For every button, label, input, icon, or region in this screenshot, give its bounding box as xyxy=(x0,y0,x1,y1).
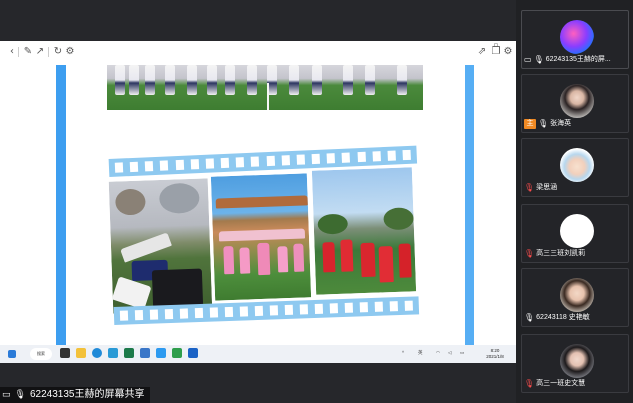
photo-pink-dancers xyxy=(208,171,314,303)
shared-screen: ‹ ✎ ↗ ↻ ⚙ ⇗ ❐ ⚙ ▫ 搜索 ^ 英 ◠ ◁ ▭ 8:20 2021… xyxy=(0,41,516,363)
participant-name-row: 🎙︎ 梁思涵 xyxy=(524,182,557,194)
start-icon[interactable] xyxy=(8,350,16,358)
file-explorer-icon[interactable] xyxy=(76,348,86,358)
battery-icon[interactable]: ▭ xyxy=(460,350,464,356)
photo-red-dancers xyxy=(309,165,419,297)
presentation-toolbar: ‹ ✎ ↗ ↻ ⚙ ⇗ ❐ ⚙ ▫ xyxy=(0,41,516,65)
participant-name-row: 🎙︎ 高三三班刘凯莉 xyxy=(524,248,585,260)
mic-icon: 🎙︎ xyxy=(14,390,26,400)
mic-icon: 🎙︎ xyxy=(524,313,535,322)
app-icon[interactable] xyxy=(124,348,134,358)
chevron-up-icon[interactable]: ^ xyxy=(402,350,404,355)
task-view-icon[interactable] xyxy=(60,348,70,358)
app-icon[interactable] xyxy=(156,348,166,358)
toolbar-divider xyxy=(18,47,19,57)
participant-name: 高三一班史文慧 xyxy=(536,380,586,387)
participant-name-row: 🎙︎ 62243118 史艳敏 xyxy=(524,312,590,324)
screen-share-label: ▭ 🎙︎ 62243135王赫的屏幕共享 xyxy=(0,387,151,403)
participant-name: 高三三班刘凯莉 xyxy=(536,250,586,257)
options-icon[interactable]: ⚙ xyxy=(502,46,514,58)
avatar xyxy=(560,84,594,118)
participant-name: 张海英 xyxy=(550,120,572,127)
participant-name-row: 主 🎙︎ 张海英 xyxy=(524,118,571,130)
mic-icon: 🎙︎ xyxy=(538,119,549,128)
pointer-icon[interactable]: ↗ xyxy=(34,46,46,58)
avatar xyxy=(560,344,594,378)
screen-share-icon: ▭ xyxy=(2,390,11,400)
slide-left-bar xyxy=(56,65,66,345)
mic-muted-icon: 🎙︎ xyxy=(524,249,535,258)
photo-students-exercise xyxy=(106,176,215,316)
app-icon[interactable] xyxy=(108,348,118,358)
app-icon[interactable] xyxy=(188,348,198,358)
participant-tile[interactable]: 🎙︎ 梁思涵 xyxy=(521,138,629,197)
mic-muted-icon: 🎙︎ xyxy=(524,183,535,192)
participant-tile[interactable]: 🎙︎ 高三一班史文慧 xyxy=(521,334,629,393)
slide-right-bar xyxy=(465,65,474,345)
photo-runners xyxy=(107,65,423,110)
volume-icon[interactable]: ◁ xyxy=(448,350,451,356)
participant-name: 62243135王赫的屏... xyxy=(545,56,611,63)
participant-tile[interactable]: 主 🎙︎ 张海英 xyxy=(521,74,629,133)
presentation-slide xyxy=(56,65,474,345)
participant-tile[interactable]: ▭ 🎙︎ 62243135王赫的屏... xyxy=(521,10,629,69)
windows-taskbar: 搜索 ^ 英 ◠ ◁ ▭ 8:20 2021/1/8 xyxy=(0,345,516,363)
system-tray: ^ 英 ◠ ◁ ▭ 8:20 2021/1/8 xyxy=(396,346,516,362)
app-icon[interactable] xyxy=(140,348,150,358)
avatar xyxy=(560,214,594,248)
toolbar-divider xyxy=(48,47,49,57)
screen-share-icon: ▭ xyxy=(524,55,532,64)
host-badge: 主 xyxy=(524,119,536,129)
edge-icon[interactable] xyxy=(92,348,102,358)
mic-muted-icon: 🎙︎ xyxy=(524,379,535,388)
windows-swirl-avatar xyxy=(560,20,594,54)
share-icon[interactable]: ⇗ xyxy=(476,46,488,58)
avatar xyxy=(560,148,594,182)
avatar xyxy=(560,278,594,312)
participant-tile[interactable]: 🎙︎ 62243118 史艳敏 xyxy=(521,268,629,327)
film-strip-collage xyxy=(106,145,422,341)
wifi-icon[interactable]: ◠ xyxy=(436,350,440,356)
participant-tile[interactable]: 🎙︎ 高三三班刘凯莉 xyxy=(521,204,629,263)
shared-screen-stage: ‹ ✎ ↗ ↻ ⚙ ⇗ ❐ ⚙ ▫ 搜索 ^ 英 ◠ ◁ ▭ 8:20 2021… xyxy=(0,0,516,403)
taskbar-search-label: 搜索 xyxy=(37,351,45,356)
chevron-left-icon[interactable]: ‹ xyxy=(6,46,18,58)
clock-date: 2021/1/8 xyxy=(486,354,504,359)
app-icon[interactable] xyxy=(172,348,182,358)
mic-icon: 🎙︎ xyxy=(533,55,544,64)
taskbar-search[interactable]: 搜索 xyxy=(30,348,52,360)
tray-language[interactable]: 英 xyxy=(418,350,423,356)
participant-name-row: ▭ 🎙︎ 62243135王赫的屏... xyxy=(524,54,611,66)
participant-name-row: 🎙︎ 高三一班史文慧 xyxy=(524,378,585,390)
participant-name: 梁思涵 xyxy=(536,184,558,191)
taskbar-clock[interactable]: 8:20 2021/1/8 xyxy=(480,348,510,360)
gear-icon[interactable]: ⚙ xyxy=(64,46,76,58)
screen-share-text: 62243135王赫的屏幕共享 xyxy=(29,389,145,400)
window-controls-icon[interactable]: ▫ xyxy=(490,41,502,51)
participant-name: 62243118 史艳敏 xyxy=(536,314,590,321)
participant-sidebar: ▭ 🎙︎ 62243135王赫的屏... 主 🎙︎ 张海英 🎙︎ 梁思涵 🎙︎ … xyxy=(516,0,633,403)
pen-icon[interactable]: ✎ xyxy=(22,46,34,58)
refresh-icon[interactable]: ↻ xyxy=(52,46,64,58)
